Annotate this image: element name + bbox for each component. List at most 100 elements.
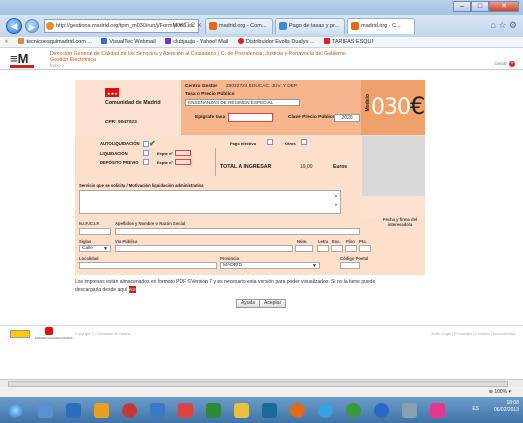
app-icon-6[interactable] (174, 400, 196, 420)
checkbox[interactable] (143, 159, 149, 165)
forward-button[interactable]: ▶ (25, 19, 39, 33)
chrome-icon[interactable] (342, 400, 364, 420)
favorites-star-icon[interactable]: ☆ (498, 20, 506, 30)
identificacion-box: N.I.F./C.I.F. Apellidos y Nombre o Razón… (75, 217, 425, 275)
tab-pago-tasas[interactable]: Pago de tasas y pr... (275, 18, 345, 34)
checkbox[interactable] (301, 139, 307, 145)
start-button[interactable] (4, 400, 26, 420)
tasa-label: Tasa o Precio Público (185, 92, 235, 97)
excel-icon[interactable] (202, 400, 224, 420)
favorite-label: Distribuidor Evolis Dualys ... (245, 39, 315, 45)
expte-input-2[interactable] (175, 159, 191, 165)
breadcrumb[interactable]: Inicio > (50, 63, 64, 68)
favorite-link-tarifas[interactable]: TARIFAS ESQUI (323, 37, 373, 48)
ayuda-button[interactable]: Ayuda (236, 299, 261, 308)
app-icon-14[interactable] (398, 400, 420, 420)
gear-icon[interactable]: ⚙ (509, 20, 517, 30)
otros-label: Otros (285, 141, 296, 146)
apellidos-label: Apellidos y Nombre o Razón Social (115, 221, 186, 226)
pta-label: Pta. (359, 239, 367, 244)
favorite-label: VisualTec Webmail (109, 39, 156, 45)
pago-efectivo-checkbox[interactable] (267, 139, 273, 146)
favorite-link-tecnicoesqui[interactable]: tecnicoesquimadrid.com ... (18, 37, 92, 48)
favorite-link-visualtec[interactable]: VisualTec Webmail (101, 37, 156, 48)
pta-input[interactable] (359, 245, 371, 252)
firefox-icon[interactable] (286, 400, 308, 420)
zoom-level[interactable]: ⊕ 100% ▾ (489, 387, 511, 397)
cp-input[interactable] (340, 262, 360, 269)
textarea-scroll-arrows[interactable]: ▲ ▼ (334, 191, 338, 209)
provincia-select[interactable]: MADRID ▼ (220, 262, 320, 269)
autoliquidacion-checkbox[interactable]: ✔ (143, 139, 156, 148)
app-icon-1[interactable] (34, 400, 56, 420)
servicio-textarea[interactable] (79, 190, 341, 214)
home-icon[interactable]: ⌂ (490, 20, 495, 30)
app-icon-2[interactable] (62, 400, 84, 420)
taskbar: 18:08 06/02/2013 ES (0, 397, 523, 423)
favorite-link-yahoo[interactable]: clubjauja - Yahoo! Mail (165, 37, 228, 48)
epigrafe-input[interactable] (228, 113, 273, 122)
favorites-star-icon[interactable]: ★ (4, 37, 9, 48)
tab-madrid-active[interactable]: madrid.org - C... (347, 18, 415, 34)
pdf-note: Los impresos están almacenados en format… (75, 279, 430, 294)
maximize-button[interactable]: □ (471, 1, 489, 12)
nif-input[interactable] (79, 228, 111, 235)
ie-icon[interactable] (314, 400, 336, 420)
back-button[interactable]: ◀ (6, 18, 22, 34)
clave-input[interactable]: 2020 (334, 114, 360, 122)
footer-links[interactable]: Aviso Legal | Privacidad | Contacto | Ac… (431, 332, 515, 336)
tasa-select[interactable]: ENSEÑANZAS DE RÉGIMEN ESPECIAL (185, 99, 300, 106)
window-controls: – □ ✕ (453, 1, 519, 12)
horizontal-scrollbar[interactable] (0, 379, 523, 387)
siglas-select[interactable]: Calle ▼ (79, 245, 111, 252)
via-label: Vía Pública (115, 239, 138, 244)
expte-input-1[interactable] (175, 150, 191, 156)
cpr-code: CPR: 9047023 (105, 120, 137, 125)
close-window-button[interactable]: ✕ (489, 1, 519, 12)
checkbox[interactable] (143, 150, 149, 156)
tab-madrid-com[interactable]: madrid.org - Com... (205, 18, 273, 34)
address-controls[interactable]: ρ ▾ ☐ C ✕ (174, 19, 202, 33)
app-icon-13[interactable] (370, 400, 392, 420)
checkbox[interactable] (267, 139, 273, 145)
localidad-input[interactable] (79, 262, 217, 269)
otros-checkbox[interactable] (301, 139, 307, 146)
app-icon-5[interactable] (146, 400, 168, 420)
language-indicator[interactable]: ES (472, 406, 479, 412)
centro-gestor-value: 29022724 EDUCAC. JUV. Y DEP. (226, 84, 298, 89)
pdf-download-icon[interactable]: PDF (128, 286, 137, 293)
clock-date[interactable]: 06/02/2013 (494, 407, 519, 414)
tab-label: madrid.org - Com... (219, 23, 267, 29)
liquidacion-checkbox[interactable] (143, 150, 149, 157)
num-input[interactable] (295, 245, 313, 252)
via-input[interactable] (115, 245, 293, 252)
app-icon-4[interactable] (118, 400, 140, 420)
apellidos-input[interactable] (115, 228, 360, 235)
esc-input[interactable] (331, 245, 343, 252)
favicon-icon (101, 38, 108, 44)
total-currency: Euros (333, 164, 348, 170)
servicio-label: Servicio que se solicita / Motivación li… (79, 183, 204, 188)
letra-input[interactable] (317, 245, 329, 252)
siglas-value: Calle (82, 246, 93, 251)
folder-icon[interactable] (230, 400, 252, 420)
publisher-icon[interactable] (258, 400, 280, 420)
close-link[interactable]: Cerrar × (494, 61, 515, 67)
scroll-down-icon[interactable]: ▼ (334, 200, 338, 209)
chevron-down-icon: ▼ (312, 263, 317, 269)
aceptar-button[interactable]: Aceptar (259, 299, 287, 308)
scroll-up-icon[interactable]: ▲ (334, 191, 338, 200)
deposito-checkbox[interactable] (143, 159, 149, 166)
tab-label: Pago de tasas y pr... (289, 23, 340, 29)
app-icon-3[interactable] (90, 400, 112, 420)
favorite-label: tecnicoesquimadrid.com ... (26, 39, 92, 45)
clock-time[interactable]: 18:08 (494, 400, 519, 407)
euro-icon: € (410, 92, 425, 120)
app-icon-15[interactable] (426, 400, 448, 420)
pago-efectivo-label: Pago efectivo (230, 141, 257, 146)
minimize-button[interactable]: – (453, 1, 471, 12)
favorite-link-evolis[interactable]: Distribuidor Evolis Dualys ... (237, 37, 315, 48)
mail-icon (165, 38, 172, 44)
centro-gestor-label: Centro Gestor (185, 84, 218, 89)
piso-input[interactable] (345, 245, 357, 252)
